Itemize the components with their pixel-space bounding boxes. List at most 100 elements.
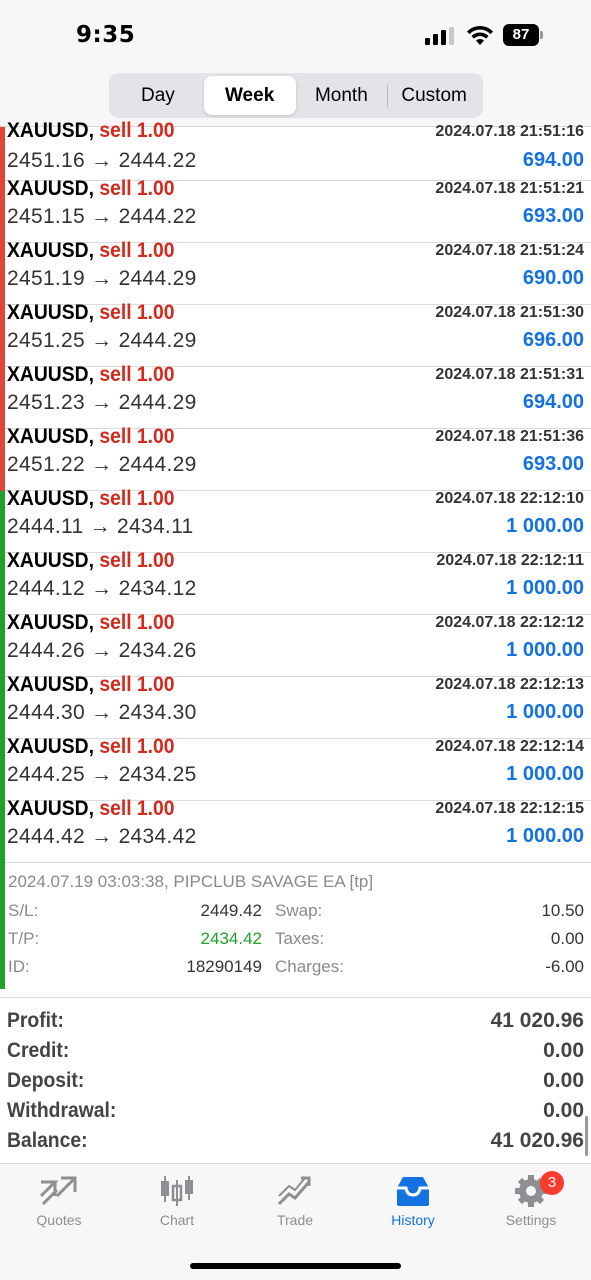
bottom-tab-bar: Quotes Chart Trade History 3 Settings [0,1163,591,1280]
tab-history[interactable]: History [358,1174,468,1236]
deal-side: sell 1.00 [99,301,175,324]
deal-profit: 1 000.00 [506,577,584,599]
deal-row[interactable]: XAUUSD, sell 1.00 2024.07.18 22:12:13 2444… [0,673,591,739]
tab-quotes[interactable]: Quotes [4,1174,114,1236]
summary-label: Deposit: [7,1069,85,1092]
tab-day[interactable]: Day [112,76,204,115]
deal-time: 2024.07.18 22:12:15 [435,800,584,817]
id-value: 18290149 [186,957,262,976]
id-label: ID: [8,957,30,976]
deals-list: XAUUSD, sell 1.00 2024.07.18 21:51:16 2451… [0,119,591,989]
deal-status-bar [0,243,5,305]
deal-status-bar [0,677,5,739]
deal-side: sell 1.00 [99,363,175,386]
deal-side: sell 1.00 [99,487,175,510]
deal-time: 2024.07.18 21:51:36 [435,428,584,445]
deal-side: sell 1.00 [99,425,175,448]
deal-prices: 2451.16 → 2444.22 [7,149,197,172]
charges-label: Charges: [275,957,344,976]
tp-value: 2434.42 [200,929,262,948]
deal-row[interactable]: XAUUSD, sell 1.00 2024.07.18 21:51:36 2451… [0,425,591,491]
symbol-name: XAUUSD, [7,549,94,572]
scroll-indicator[interactable] [585,1116,588,1156]
symbol-name: XAUUSD, [7,611,94,634]
deal-row[interactable]: XAUUSD, sell 1.00 2024.07.18 22:12:11 2444… [0,549,591,615]
deal-prices: 2444.25 → 2434.25 [7,763,197,786]
deal-prices: 2444.42 → 2434.42 [7,825,197,848]
deal-symbol: XAUUSD, sell 1.00 [7,549,175,573]
deal-row[interactable]: XAUUSD, sell 1.00 2024.07.18 21:51:21 2451… [0,177,591,243]
tab-week[interactable]: Week [203,76,296,115]
deal-prices: 2444.11 → 2434.11 [7,515,194,538]
summary-value: 0.00 [543,1039,584,1062]
taxes-value: 0.00 [550,929,584,948]
summary-value: 41 020.96 [490,1009,584,1032]
swap-label: Swap: [275,901,323,920]
deal-profit: 696.00 [522,329,584,351]
deal-profit: 1 000.00 [506,639,584,661]
deal-status-bar [0,553,5,615]
deal-row[interactable]: XAUUSD, sell 1.00 2024.07.18 22:12:10 2444… [0,487,591,553]
deal-time: 2024.07.18 21:51:16 [435,123,584,140]
summary-label: Credit: [7,1039,70,1062]
deal-row[interactable]: XAUUSD, sell 1.00 2024.07.18 22:12:12 2444… [0,611,591,677]
deal-symbol: XAUUSD, sell 1.00 [7,301,175,325]
battery-level: 87 [503,24,539,46]
deal-symbol: XAUUSD, sell 1.00 [7,119,175,143]
tab-label: History [391,1212,435,1228]
tab-settings[interactable]: 3 Settings [476,1171,586,1236]
deal-symbol: XAUUSD, sell 1.00 [7,425,175,449]
deal-time: 2024.07.18 21:51:21 [435,180,584,197]
deal-profit: 693.00 [522,205,584,227]
sl-value: 2449.42 [200,901,262,920]
summary-row-credit: Credit: 0.00 [0,1039,591,1069]
account-summary: Profit: 41 020.96 Credit: 0.00 Deposit: … [0,997,591,1163]
deal-profit: 1 000.00 [506,763,584,785]
battery-icon: 87 [503,24,543,46]
deal-status-bar [0,181,5,243]
deal-prices: 2451.22 → 2444.29 [7,453,197,476]
deal-status-bar [0,863,5,989]
deal-symbol: XAUUSD, sell 1.00 [7,239,175,263]
deal-row[interactable]: XAUUSD, sell 1.00 2024.07.18 22:12:15 2444… [0,797,591,863]
summary-value: 0.00 [543,1099,584,1122]
deal-symbol: XAUUSD, sell 1.00 [7,735,175,759]
tab-trade[interactable]: Trade [240,1174,350,1236]
tab-month[interactable]: Month [296,76,388,115]
deal-prices: 2444.26 → 2434.26 [7,639,197,662]
tab-custom[interactable]: Custom [388,76,480,115]
deal-status-bar [0,305,5,367]
tab-chart[interactable]: Chart [122,1174,232,1236]
deal-row[interactable]: XAUUSD, sell 1.00 2024.07.18 21:51:31 2451… [0,363,591,429]
home-indicator[interactable] [190,1263,401,1269]
deal-side: sell 1.00 [99,797,175,820]
status-time: 9:35 [76,22,136,48]
summary-value: 0.00 [543,1069,584,1092]
deal-profit: 693.00 [522,453,584,475]
deal-time: 2024.07.18 21:51:24 [435,242,584,259]
deal-symbol: XAUUSD, sell 1.00 [7,177,175,201]
sl-label: S/L: [8,901,39,920]
deal-time: 2024.07.18 22:12:14 [435,738,584,755]
deal-profit: 1 000.00 [506,515,584,537]
deal-row[interactable]: XAUUSD, sell 1.00 2024.07.18 22:12:14 2444… [0,735,591,801]
deal-prices: 2451.19 → 2444.29 [7,267,197,290]
deal-side: sell 1.00 [99,549,175,572]
deal-symbol: XAUUSD, sell 1.00 [7,797,175,821]
summary-row-balance: Balance: 41 020.96 [0,1129,591,1159]
deal-profit: 1 000.00 [506,701,584,723]
deal-row[interactable]: XAUUSD, sell 1.00 2024.07.18 21:51:16 2451… [0,119,591,181]
deal-time: 2024.07.18 22:12:12 [435,614,584,631]
deal-status-bar [0,801,5,863]
tab-label: Chart [159,1212,195,1228]
tab-label: Settings [505,1212,557,1228]
deal-row[interactable]: XAUUSD, sell 1.00 2024.07.18 21:51:30 2451… [0,301,591,367]
trade-icon [277,1176,311,1206]
deal-status-bar [0,491,5,553]
deal-side: sell 1.00 [99,177,175,200]
deal-status-bar [0,127,5,181]
cellular-signal-icon [425,27,455,45]
deal-row[interactable]: XAUUSD, sell 1.00 2024.07.18 21:51:24 2451… [0,239,591,305]
charges-value: -6.00 [545,957,584,976]
summary-row-deposit: Deposit: 0.00 [0,1069,591,1099]
